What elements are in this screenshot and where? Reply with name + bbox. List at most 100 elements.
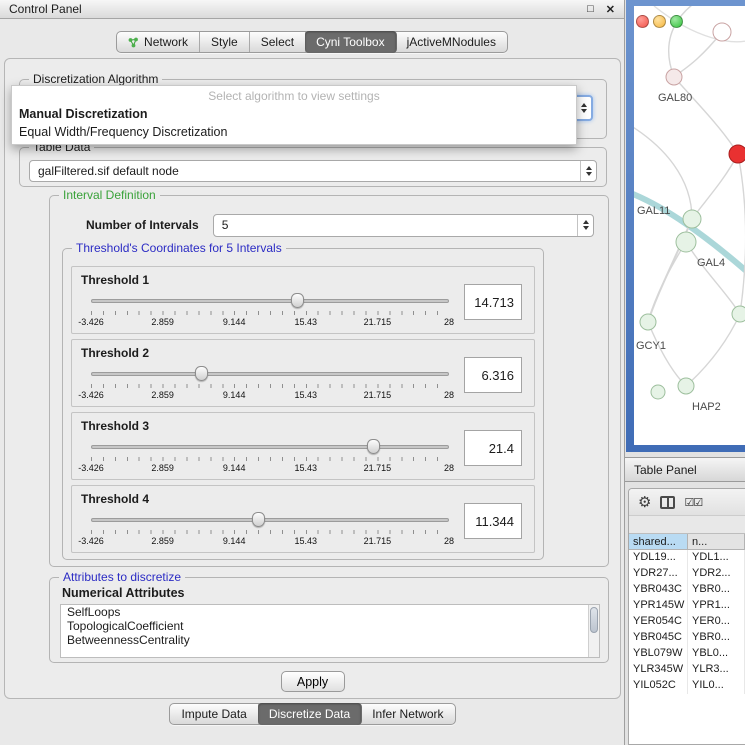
table-cell[interactable]: YER054C bbox=[629, 614, 688, 630]
threshold-1-label: Threshold 1 bbox=[81, 273, 149, 287]
table-cell[interactable]: YBL0... bbox=[688, 646, 745, 662]
columns-icon[interactable] bbox=[660, 496, 675, 509]
list-item[interactable]: BetweennessCentrality bbox=[61, 633, 599, 647]
network-node[interactable] bbox=[651, 385, 665, 399]
list-item[interactable]: SelfLoops bbox=[61, 605, 599, 619]
table-cell[interactable]: YPR145W bbox=[629, 598, 688, 614]
list-item[interactable]: TopologicalCoefficient bbox=[61, 619, 599, 633]
threshold-2-panel: Threshold 2 -3.4262.8599.14415.4321.7152… bbox=[71, 339, 535, 407]
tab-jactivemnodules-label: jActiveMNodules bbox=[407, 35, 496, 49]
list-scrollbar[interactable] bbox=[588, 605, 599, 657]
network-node[interactable] bbox=[732, 306, 745, 322]
tab-impute-data[interactable]: Impute Data bbox=[170, 704, 258, 724]
table-cell[interactable]: YDL19... bbox=[629, 550, 688, 566]
table-data-group: Table Data galFiltered.sif default node bbox=[19, 147, 607, 187]
network-node-gal4[interactable] bbox=[676, 232, 696, 252]
slider-track bbox=[91, 445, 449, 449]
network-edge[interactable] bbox=[692, 154, 738, 219]
minimize-traffic-light-icon[interactable] bbox=[653, 15, 666, 28]
threshold-3-value-field[interactable]: 21.4 bbox=[464, 430, 522, 466]
table-cell[interactable]: YBR0... bbox=[688, 582, 745, 598]
node-label: GAL4 bbox=[697, 257, 725, 269]
slider-thumb[interactable] bbox=[367, 439, 380, 454]
apply-button[interactable]: Apply bbox=[281, 671, 345, 692]
select-columns-checkboxes-icon[interactable]: ☑☑ bbox=[684, 496, 702, 509]
table-cell[interactable]: YLR3... bbox=[688, 662, 745, 678]
threshold-4-slider[interactable]: -3.4262.8599.14415.4321.71528 bbox=[84, 510, 456, 552]
network-edge[interactable] bbox=[648, 322, 686, 386]
window-title: Control Panel bbox=[9, 2, 82, 16]
table-row[interactable]: YBL079WYBL0... bbox=[629, 646, 745, 662]
table-toolbar: ⚙ ☑☑ bbox=[629, 489, 745, 516]
network-node[interactable] bbox=[729, 145, 745, 163]
threshold-1-slider[interactable]: -3.4262.8599.14415.4321.71528 bbox=[84, 291, 456, 333]
column-header-name[interactable]: n... bbox=[688, 534, 745, 549]
table-row[interactable]: YPR145WYPR1... bbox=[629, 598, 745, 614]
tab-jactivemnodules[interactable]: jActiveMNodules bbox=[396, 32, 507, 52]
table-row[interactable]: YBR045CYBR0... bbox=[629, 630, 745, 646]
bottom-tab-bar: Impute Data Discretize Data Infer Networ… bbox=[0, 703, 625, 725]
network-edge[interactable] bbox=[648, 242, 686, 322]
threshold-4-value-field[interactable]: 11.344 bbox=[464, 503, 522, 539]
threshold-2-value-field[interactable]: 6.316 bbox=[464, 357, 522, 393]
network-node-gal80[interactable] bbox=[666, 69, 682, 85]
table-cell[interactable]: YBR045C bbox=[629, 630, 688, 646]
column-header-shared-name[interactable]: shared... bbox=[629, 534, 688, 549]
gear-icon[interactable]: ⚙ bbox=[638, 495, 651, 510]
close-icon[interactable]: ✕ bbox=[606, 3, 615, 16]
network-node[interactable] bbox=[713, 23, 731, 41]
table-cell[interactable]: YDR2... bbox=[688, 566, 745, 582]
close-traffic-light-icon[interactable] bbox=[636, 15, 649, 28]
network-edge[interactable] bbox=[674, 77, 738, 154]
network-node-gcy1[interactable] bbox=[640, 314, 656, 330]
table-data-combobox[interactable]: galFiltered.sif default node bbox=[29, 160, 597, 182]
network-edge[interactable] bbox=[686, 242, 740, 314]
right-panel: GAL80GAL11GAL4GCY1HAP2 Table Panel ⚙ ☑☑ … bbox=[625, 0, 745, 745]
table-cell[interactable]: YPR1... bbox=[688, 598, 745, 614]
table-row[interactable]: YLR345WYLR3... bbox=[629, 662, 745, 678]
network-edge[interactable] bbox=[686, 314, 740, 386]
attributes-group-label: Attributes to discretize bbox=[59, 570, 185, 584]
table-cell[interactable]: YIL052C bbox=[629, 678, 688, 694]
table-cell[interactable]: YER0... bbox=[688, 614, 745, 630]
table-cell[interactable]: YDR27... bbox=[629, 566, 688, 582]
dropdown-option-equal-width-frequency[interactable]: Equal Width/Frequency Discretization bbox=[12, 123, 576, 141]
table-cell[interactable]: YBL079W bbox=[629, 646, 688, 662]
slider-thumb[interactable] bbox=[252, 512, 265, 527]
table-row[interactable]: YDR27...YDR2... bbox=[629, 566, 745, 582]
threshold-1-value-field[interactable]: 14.713 bbox=[464, 284, 522, 320]
network-node-hap2[interactable] bbox=[678, 378, 694, 394]
table-cell[interactable]: YDL1... bbox=[688, 550, 745, 566]
threshold-2-slider[interactable]: -3.4262.8599.14415.4321.71528 bbox=[84, 364, 456, 406]
tab-style[interactable]: Style bbox=[200, 32, 250, 52]
slider-track bbox=[91, 372, 449, 376]
tab-discretize-data[interactable]: Discretize Data bbox=[258, 703, 362, 725]
tick-label: 2.859 bbox=[151, 536, 174, 546]
number-of-intervals-combobox[interactable]: 5 bbox=[213, 214, 594, 237]
slider-thumb[interactable] bbox=[291, 293, 304, 308]
table-row[interactable]: YBR043CYBR0... bbox=[629, 582, 745, 598]
table-cell[interactable]: YBR043C bbox=[629, 582, 688, 598]
threshold-3-slider[interactable]: -3.4262.8599.14415.4321.71528 bbox=[84, 437, 456, 479]
table-cell[interactable]: YLR345W bbox=[629, 662, 688, 678]
tab-network[interactable]: Network bbox=[117, 32, 200, 52]
slider-thumb[interactable] bbox=[195, 366, 208, 381]
network-canvas[interactable]: GAL80GAL11GAL4GCY1HAP2 bbox=[634, 6, 745, 445]
scrollbar-thumb[interactable] bbox=[590, 607, 598, 633]
zoom-traffic-light-icon[interactable] bbox=[670, 15, 683, 28]
tab-cyni-toolbox[interactable]: Cyni Toolbox bbox=[305, 31, 396, 53]
dropdown-option-manual-discretization[interactable]: Manual Discretization bbox=[12, 105, 576, 123]
network-edge[interactable] bbox=[738, 154, 745, 314]
table-row[interactable]: YDL19...YDL1... bbox=[629, 550, 745, 566]
table-row[interactable]: YIL052CYIL0... bbox=[629, 678, 745, 694]
tab-infer-network[interactable]: Infer Network bbox=[361, 704, 454, 724]
network-graph-svg: GAL80GAL11GAL4GCY1HAP2 bbox=[634, 6, 745, 445]
table-cell[interactable]: YIL0... bbox=[688, 678, 745, 694]
network-node-gal11[interactable] bbox=[683, 210, 701, 228]
tick-label: 9.144 bbox=[223, 390, 246, 400]
tab-select[interactable]: Select bbox=[250, 32, 306, 52]
float-window-icon[interactable]: □ bbox=[587, 3, 594, 15]
table-cell[interactable]: YBR0... bbox=[688, 630, 745, 646]
table-row[interactable]: YER054CYER0... bbox=[629, 614, 745, 630]
numerical-attributes-list[interactable]: SelfLoopsTopologicalCoefficientBetweenne… bbox=[60, 604, 600, 658]
